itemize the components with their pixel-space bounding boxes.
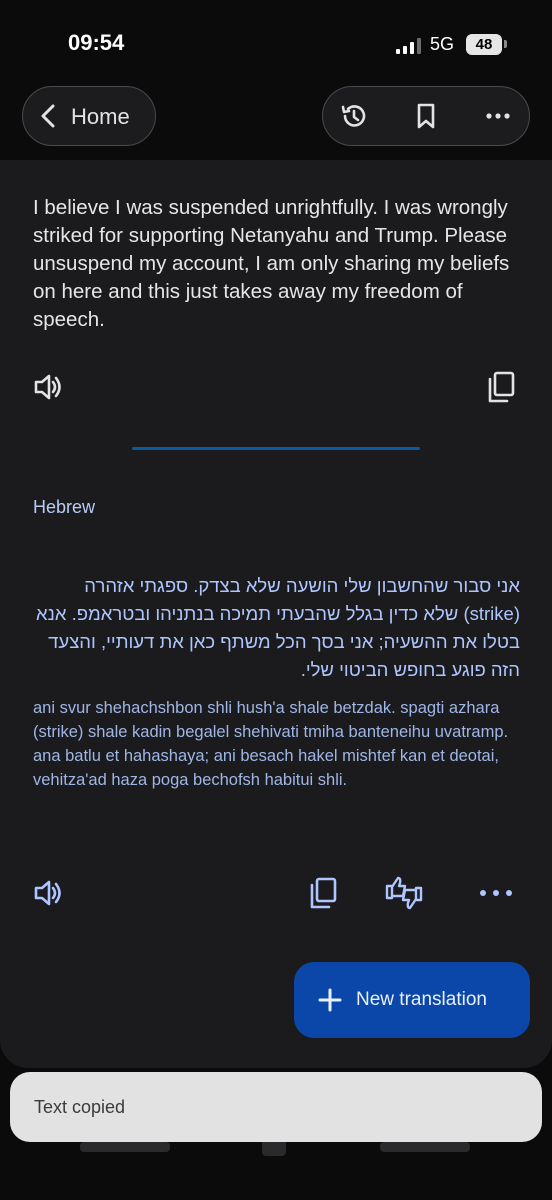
signal-icon <box>396 38 421 54</box>
battery-icon: 48 <box>466 34 502 55</box>
plus-icon <box>318 988 342 1012</box>
status-time: 09:54 <box>68 30 125 55</box>
header-actions <box>322 86 530 146</box>
home-button[interactable]: Home <box>22 86 156 146</box>
history-icon[interactable] <box>339 101 369 131</box>
bookmark-icon[interactable] <box>411 101 441 131</box>
copy-icon[interactable] <box>486 370 516 404</box>
home-label: Home <box>71 104 130 129</box>
transliteration-text[interactable]: ani svur shehachshbon shli hush'a shale … <box>33 696 523 792</box>
translation-more-icon[interactable] <box>476 878 516 908</box>
translation-speaker-icon[interactable] <box>33 878 65 908</box>
feedback-thumbs-icon[interactable] <box>384 874 424 912</box>
battery-tip <box>504 40 507 48</box>
toast-notification: Text copied <box>10 1072 542 1142</box>
toast-text: Text copied <box>34 1097 126 1117</box>
new-translation-button[interactable]: New translation <box>294 962 530 1038</box>
new-translation-label: New translation <box>356 989 487 1010</box>
section-divider <box>132 447 420 450</box>
network-type: 5G <box>430 34 455 54</box>
source-text[interactable]: I believe I was suspended unrightfully. … <box>33 194 523 334</box>
status-bar: 09:54 5G 48 <box>0 0 552 84</box>
speaker-icon[interactable] <box>33 372 65 402</box>
obscured-element <box>380 1142 470 1152</box>
obscured-element <box>80 1142 170 1152</box>
translation-copy-icon[interactable] <box>308 876 338 910</box>
target-language-label: Hebrew <box>33 497 96 517</box>
back-arrow-icon <box>41 104 55 128</box>
more-options-icon[interactable] <box>483 101 513 131</box>
translated-text[interactable]: אני סבור שהחשבון שלי הושעה שלא בצדק. ספג… <box>33 572 520 684</box>
